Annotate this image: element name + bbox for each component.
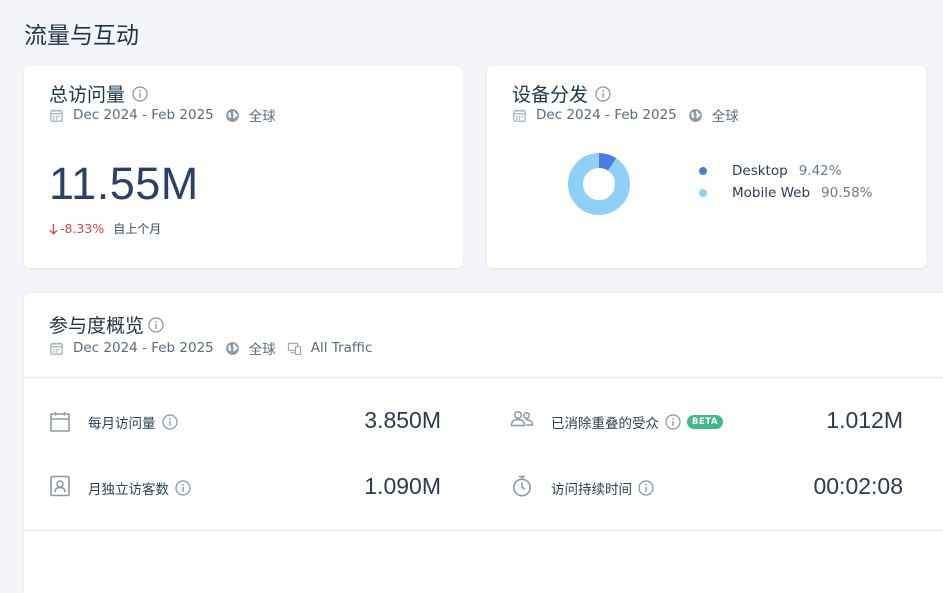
globe-icon	[688, 108, 703, 123]
engagement-title-row: 参与度概览	[49, 311, 164, 338]
traffic-type: All Traffic	[310, 340, 373, 356]
device-meta: Dec 2024 - Feb 2025 全球	[512, 105, 739, 125]
legend-name: Desktop	[732, 163, 788, 179]
legend-name: Mobile Web	[732, 185, 811, 201]
region: 全球	[248, 342, 276, 358]
device-legend: Desktop 9.42% Mobile Web 90.58%	[699, 160, 873, 204]
total-visits-card: 总访问量 Dec 2024 - Feb 2025 全球 11.55M -8.33…	[24, 66, 463, 268]
info-icon[interactable]	[175, 480, 191, 496]
engagement-meta: Dec 2024 - Feb 2025 全球 All Traffic	[49, 338, 372, 358]
devices-icon	[287, 341, 302, 356]
metric-visit-duration-label: 访问持续时间	[551, 478, 654, 498]
total-visits-change: -8.33% 自上个月	[49, 220, 161, 237]
metric-label-text: 月独立访客数	[88, 482, 169, 498]
divider	[24, 377, 943, 378]
date-range: Dec 2024 - Feb 2025	[536, 107, 677, 123]
info-icon[interactable]	[148, 317, 164, 333]
visitor-card-icon	[50, 475, 70, 497]
legend-dot-desktop	[699, 167, 707, 175]
calendar-icon	[49, 341, 64, 356]
legend-item-mobile-web: Mobile Web 90.58%	[699, 182, 873, 204]
metric-dedup-audience-value: 1.012M	[826, 407, 903, 433]
calendar-icon	[49, 108, 64, 123]
legend-dot-mobile-web	[699, 189, 707, 197]
info-icon[interactable]	[162, 414, 178, 430]
device-donut-chart	[568, 153, 630, 215]
total-visits-title-row: 总访问量	[49, 80, 148, 107]
calendar-icon	[50, 412, 70, 432]
metric-dedup-audience-label: 已消除重叠的受众 BETA	[551, 412, 724, 432]
region: 全球	[711, 109, 739, 125]
divider	[24, 530, 943, 531]
globe-icon	[225, 341, 240, 356]
total-visits-title: 总访问量	[49, 84, 126, 106]
calendar-icon	[512, 108, 527, 123]
info-icon[interactable]	[595, 86, 611, 102]
metric-unique-visitors-value: 1.090M	[364, 473, 441, 499]
metric-monthly-visits-value: 3.850M	[364, 407, 441, 433]
globe-icon	[225, 108, 240, 123]
beta-badge: BETA	[687, 415, 724, 429]
date-range: Dec 2024 - Feb 2025	[73, 340, 214, 356]
metric-visit-duration-value: 00:02:08	[813, 473, 903, 499]
metric-monthly-visits-label: 每月访问量	[88, 412, 178, 432]
engagement-overview-card: 参与度概览 Dec 2024 - Feb 2025 全球 All Traffic…	[24, 293, 943, 593]
device-distribution-card: 设备分发 Dec 2024 - Feb 2025 全球 Desktop 9.42…	[487, 66, 926, 268]
total-visits-value: 11.55M	[49, 158, 199, 209]
legend-pct: 90.58%	[821, 185, 873, 201]
legend-item-desktop: Desktop 9.42%	[699, 160, 873, 182]
total-visits-meta: Dec 2024 - Feb 2025 全球	[49, 105, 276, 125]
donut-slice-mobile-web[interactable]	[568, 153, 630, 215]
arrow-down-icon	[49, 223, 58, 235]
device-title-row: 设备分发	[512, 80, 611, 107]
device-title: 设备分发	[512, 84, 589, 106]
change-period: 自上个月	[113, 222, 162, 236]
change-value: -8.33%	[60, 221, 105, 236]
legend-pct: 9.42%	[798, 163, 842, 179]
people-icon	[510, 410, 534, 427]
page-title: 流量与互动	[24, 23, 139, 49]
info-icon[interactable]	[132, 86, 148, 102]
info-icon[interactable]	[638, 480, 654, 496]
region: 全球	[248, 109, 276, 125]
stopwatch-icon	[513, 475, 531, 497]
metric-label-text: 访问持续时间	[551, 482, 632, 498]
info-icon[interactable]	[665, 414, 681, 430]
metric-unique-visitors-label: 月独立访客数	[88, 478, 191, 498]
date-range: Dec 2024 - Feb 2025	[73, 107, 214, 123]
metric-label-text: 已消除重叠的受众	[551, 416, 659, 432]
metric-label-text: 每月访问量	[88, 416, 156, 432]
engagement-title: 参与度概览	[49, 315, 145, 337]
